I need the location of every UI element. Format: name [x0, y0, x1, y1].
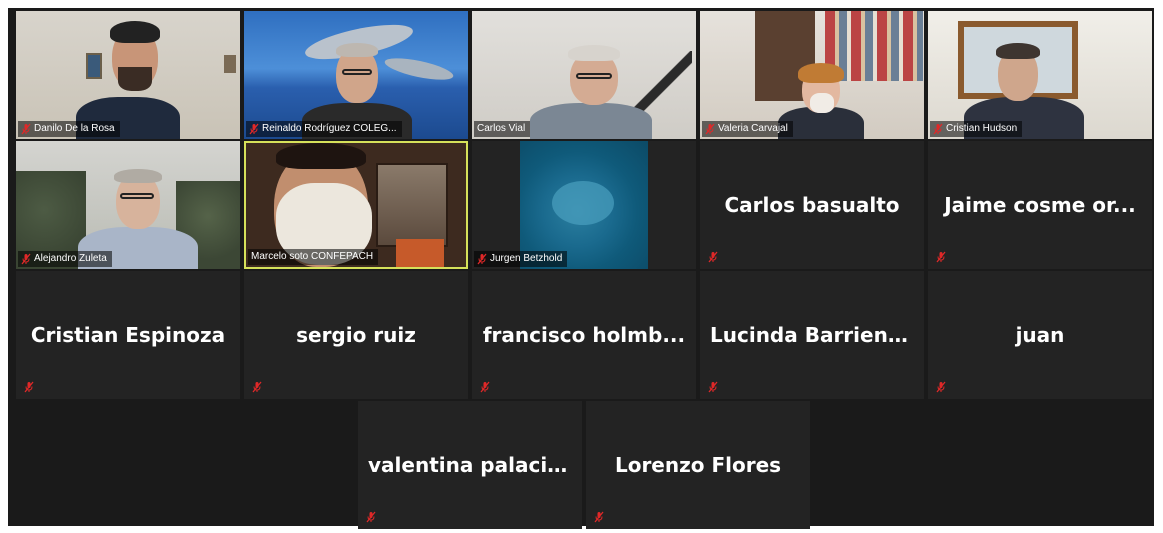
participant-name: Reinaldo Rodríguez COLEG... — [262, 123, 397, 134]
participant-name-tag: Marcelo soto CONFEPACH — [248, 249, 379, 265]
participant-tile[interactable]: juan — [928, 271, 1152, 399]
participant-display-name: juan — [1015, 323, 1065, 347]
participant-tile[interactable]: Valeria Carvajal — [700, 11, 924, 139]
participant-tile[interactable]: Carlos basualto — [700, 141, 924, 269]
microphone-muted-icon — [708, 381, 718, 393]
microphone-muted-icon — [594, 511, 604, 523]
participant-display-name: Cristian Espinoza — [30, 323, 226, 347]
microphone-muted-icon — [21, 123, 31, 135]
participant-name: Danilo De la Rosa — [34, 123, 115, 134]
participant-video — [16, 11, 240, 139]
microphone-muted-icon — [933, 123, 943, 135]
participant-video — [16, 141, 240, 269]
participant-tile[interactable]: valentina palacios — [358, 401, 582, 529]
participant-tile-active-speaker[interactable]: Marcelo soto CONFEPACH — [244, 141, 468, 269]
participant-name: Cristian Hudson — [946, 123, 1018, 134]
microphone-muted-icon — [249, 123, 259, 135]
participant-name-tag: Reinaldo Rodríguez COLEG... — [246, 121, 402, 137]
participant-name-tag: Danilo De la Rosa — [18, 121, 120, 137]
participant-tile[interactable]: Lucinda Barrientos — [700, 271, 924, 399]
participant-tile[interactable]: Reinaldo Rodríguez COLEG... — [244, 11, 468, 139]
participant-display-name: Jaime cosme or... — [944, 193, 1136, 217]
microphone-muted-icon — [936, 381, 946, 393]
participant-video — [928, 11, 1152, 139]
microphone-muted-icon — [21, 253, 31, 265]
participant-tile[interactable]: Cristian Hudson — [928, 11, 1152, 139]
participant-tile[interactable]: Lorenzo Flores — [586, 401, 810, 529]
participant-name: Alejandro Zuleta — [34, 253, 107, 264]
participant-tile[interactable]: Jurgen Betzhold — [472, 141, 696, 269]
video-gallery: Danilo De la Rosa Reinaldo Rodríguez COL… — [8, 8, 1154, 529]
participant-name-tag: Alejandro Zuleta — [18, 251, 112, 267]
microphone-muted-icon — [477, 253, 487, 265]
participant-tile[interactable]: Danilo De la Rosa — [16, 11, 240, 139]
participant-name: Marcelo soto CONFEPACH — [251, 251, 374, 262]
participant-display-name: francisco holmb... — [482, 323, 686, 347]
participant-display-name: Carlos basualto — [724, 193, 900, 217]
participant-tile[interactable]: francisco holmb... — [472, 271, 696, 399]
microphone-muted-icon — [936, 251, 946, 263]
participant-tile[interactable]: Alejandro Zuleta — [16, 141, 240, 269]
participant-name-tag: Jurgen Betzhold — [474, 251, 568, 267]
participant-name-tag: Cristian Hudson — [930, 121, 1023, 137]
participant-tile[interactable]: sergio ruiz — [244, 271, 468, 399]
participant-tile[interactable]: Carlos Vial — [472, 11, 696, 139]
participant-tile[interactable]: Jaime cosme or... — [928, 141, 1152, 269]
participant-display-name: Lucinda Barrientos — [710, 323, 924, 347]
participant-video — [472, 141, 696, 269]
microphone-muted-icon — [24, 381, 34, 393]
participant-video — [472, 11, 696, 139]
microphone-muted-icon — [366, 511, 376, 523]
participant-video — [700, 11, 924, 139]
participant-video — [244, 11, 468, 139]
participant-display-name: valentina palacios — [368, 453, 573, 477]
participant-display-name: sergio ruiz — [296, 323, 416, 347]
microphone-muted-icon — [252, 381, 262, 393]
participant-display-name: Lorenzo Flores — [614, 453, 782, 477]
participant-name: Valeria Carvajal — [718, 123, 788, 134]
participant-name-tag: Carlos Vial — [474, 121, 531, 137]
participant-name: Carlos Vial — [477, 123, 526, 134]
participant-name: Jurgen Betzhold — [490, 253, 563, 264]
participant-tile[interactable]: Cristian Espinoza — [16, 271, 240, 399]
microphone-muted-icon — [705, 123, 715, 135]
microphone-muted-icon — [480, 381, 490, 393]
microphone-muted-icon — [708, 251, 718, 263]
participant-name-tag: Valeria Carvajal — [702, 121, 793, 137]
